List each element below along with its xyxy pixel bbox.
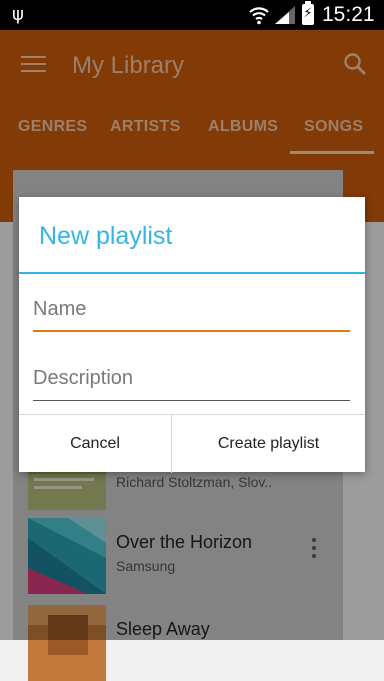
dialog-title: New playlist (39, 222, 173, 250)
name-field-underline (33, 330, 350, 332)
dialog-title-divider (19, 272, 365, 274)
battery-icon: ⚡ (302, 1, 314, 25)
description-input[interactable] (33, 361, 350, 395)
dialog-buttons: Cancel Create playlist (19, 414, 365, 473)
cancel-button[interactable]: Cancel (19, 415, 171, 473)
usb-icon: ψ (12, 4, 24, 25)
wifi-icon (249, 7, 269, 25)
description-field-underline (33, 400, 350, 401)
name-field (33, 292, 350, 332)
signal-icon (275, 6, 295, 24)
status-time: 15:21 (322, 3, 375, 26)
description-field (33, 361, 350, 401)
name-input[interactable] (33, 292, 350, 326)
charging-icon: ⚡ (303, 6, 313, 21)
status-bar: ψ ⚡ 15:21 (0, 0, 384, 30)
new-playlist-dialog: New playlist Cancel Create playlist (19, 197, 365, 473)
create-playlist-button[interactable]: Create playlist (172, 415, 365, 473)
